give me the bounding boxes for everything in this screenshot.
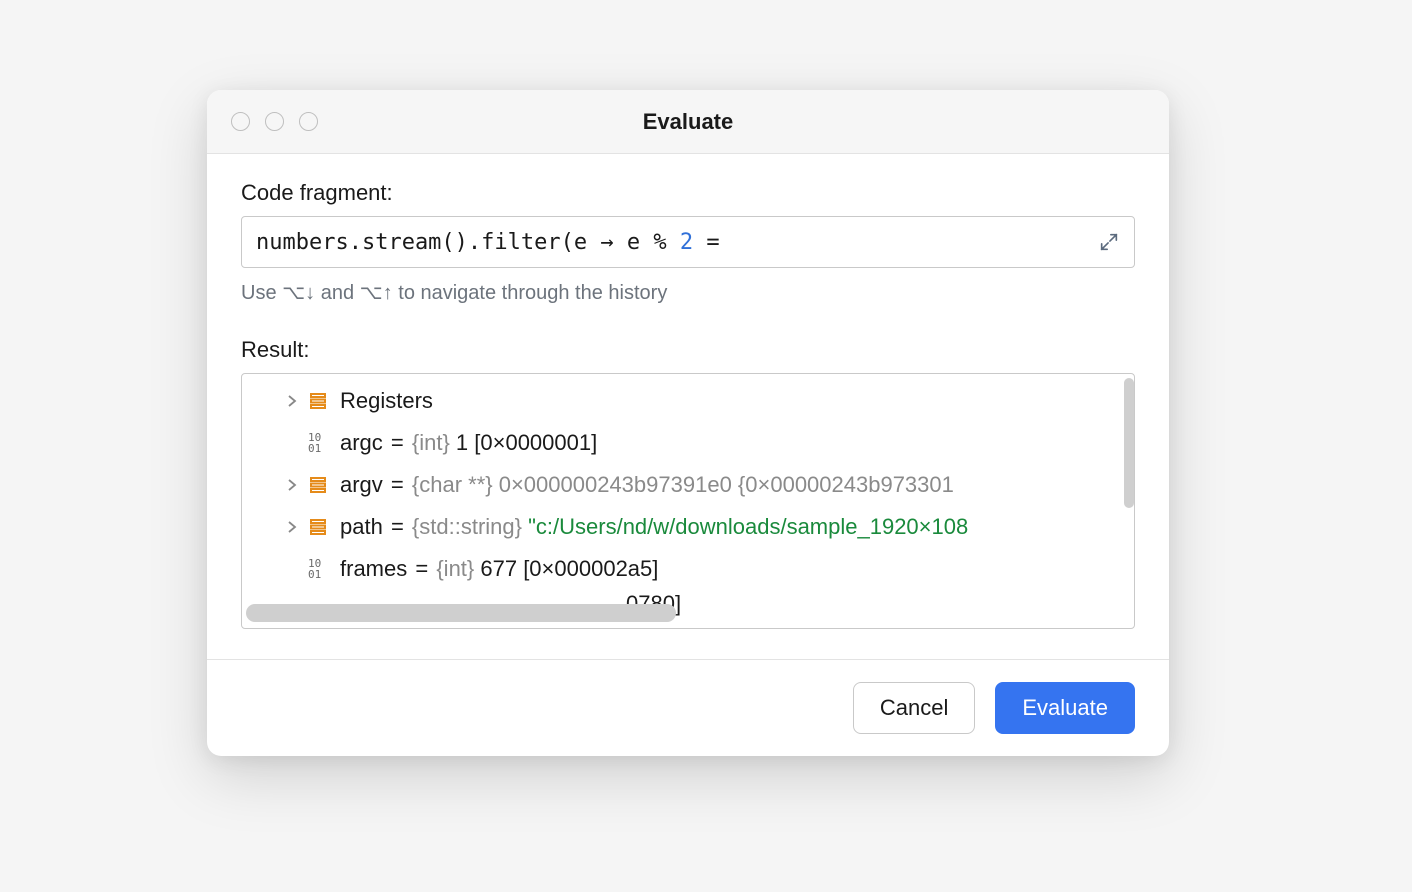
dialog-title: Evaluate [207, 109, 1169, 135]
result-tree: Registers 1001 argc = {int} 1 [0×0000001] a… [242, 374, 1134, 590]
evaluate-dialog: Evaluate Code fragment: numbers.stream()… [207, 90, 1169, 756]
history-hint: Use ⌥↓ and ⌥↑ to navigate through the hi… [241, 280, 1135, 305]
chevron-right-icon[interactable] [280, 479, 304, 491]
struct-icon [304, 475, 332, 495]
result-row[interactable]: path = {std::string} "c:/Users/nd/w/down… [242, 506, 1134, 548]
dialog-content: Code fragment: numbers.stream().filter(e… [207, 154, 1169, 659]
code-fragment-input-row: numbers.stream().filter(e → e % 2 = [241, 216, 1135, 268]
result-label: Result: [241, 337, 1135, 363]
code-fragment-input[interactable]: numbers.stream().filter(e → e % 2 = [256, 230, 1098, 255]
result-box: Registers 1001 argc = {int} 1 [0×0000001] a… [241, 373, 1135, 629]
minimize-window-icon[interactable] [265, 112, 284, 131]
row-text: path = {std::string} "c:/Users/nd/w/down… [340, 514, 968, 540]
titlebar[interactable]: Evaluate [207, 90, 1169, 154]
row-text: argv = {char **} 0×000000243b97391e0 {0×… [340, 472, 954, 498]
close-window-icon[interactable] [231, 112, 250, 131]
chevron-right-icon[interactable] [280, 521, 304, 533]
result-row[interactable]: argv = {char **} 0×000000243b97391e0 {0×… [242, 464, 1134, 506]
row-text: argc = {int} 1 [0×0000001] [340, 430, 597, 456]
maximize-window-icon[interactable] [299, 112, 318, 131]
code-fragment-label: Code fragment: [241, 180, 1135, 206]
row-text: Registers [340, 388, 433, 414]
chevron-right-icon[interactable] [280, 395, 304, 407]
result-row[interactable]: 1001 frames = {int} 677 [0×000002a5] [242, 548, 1134, 590]
binary-icon: 1001 [304, 558, 332, 580]
evaluate-button[interactable]: Evaluate [995, 682, 1135, 734]
struct-icon [304, 391, 332, 411]
result-row[interactable]: 1001 argc = {int} 1 [0×0000001] [242, 422, 1134, 464]
vertical-scrollbar[interactable] [1124, 378, 1134, 508]
struct-icon [304, 517, 332, 537]
binary-icon: 1001 [304, 432, 332, 454]
result-scroll[interactable]: Registers 1001 argc = {int} 1 [0×0000001] a… [242, 374, 1134, 628]
cancel-button[interactable]: Cancel [853, 682, 975, 734]
expand-icon[interactable] [1098, 231, 1120, 253]
horizontal-scrollbar[interactable] [246, 604, 676, 622]
row-text: frames = {int} 677 [0×000002a5] [340, 556, 658, 582]
dialog-footer: Cancel Evaluate [207, 659, 1169, 756]
result-row[interactable]: Registers [242, 380, 1134, 422]
window-controls [207, 112, 318, 131]
